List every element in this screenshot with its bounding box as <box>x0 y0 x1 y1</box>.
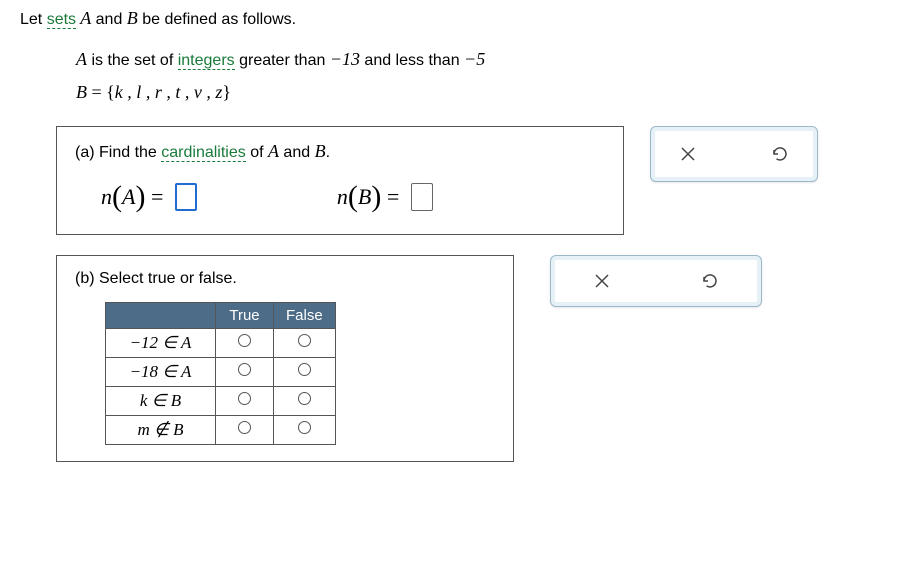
table-header-blank <box>106 303 216 329</box>
radio-true[interactable] <box>238 421 251 434</box>
part-a-panel: (a) Find the cardinalities of A and B. n… <box>56 126 624 235</box>
close-icon[interactable] <box>591 270 613 292</box>
undo-icon[interactable] <box>699 270 721 292</box>
definitions: A is the set of integers greater than −1… <box>76 43 880 108</box>
undo-icon[interactable] <box>769 143 791 165</box>
cardinalities-link[interactable]: cardinalities <box>161 144 245 162</box>
table-header-true: True <box>216 303 274 329</box>
table-row: −12 ∈ A <box>106 329 336 358</box>
part-a-label: (a) <box>75 144 95 161</box>
radio-false[interactable] <box>298 334 311 347</box>
table-header-false: False <box>274 303 336 329</box>
set-b-def: B = {k , l , r , t , v , z} <box>76 76 880 108</box>
n-of-b: n(B) = <box>337 180 433 214</box>
radio-true[interactable] <box>238 363 251 376</box>
radio-false[interactable] <box>298 392 311 405</box>
close-icon[interactable] <box>677 143 699 165</box>
intro-text: Let sets A and B be defined as follows. <box>20 8 880 29</box>
n-of-a: n(A) = <box>101 180 197 214</box>
radio-false[interactable] <box>298 421 311 434</box>
part-b-label: (b) <box>75 270 95 287</box>
radio-true[interactable] <box>238 392 251 405</box>
toolbox-b <box>550 255 762 307</box>
radio-false[interactable] <box>298 363 311 376</box>
table-row: −18 ∈ A <box>106 358 336 387</box>
table-row: m ∉ B <box>106 416 336 445</box>
integers-link[interactable]: integers <box>178 52 235 70</box>
toolbox-a <box>650 126 818 182</box>
part-b-panel: (b) Select true or false. True False −12… <box>56 255 514 462</box>
true-false-table: True False −12 ∈ A −18 ∈ A k ∈ B m ∉ B <box>105 302 336 445</box>
sets-link[interactable]: sets <box>47 11 76 29</box>
table-row: k ∈ B <box>106 387 336 416</box>
n-b-input[interactable] <box>411 183 433 211</box>
n-a-input[interactable] <box>175 183 197 211</box>
radio-true[interactable] <box>238 334 251 347</box>
